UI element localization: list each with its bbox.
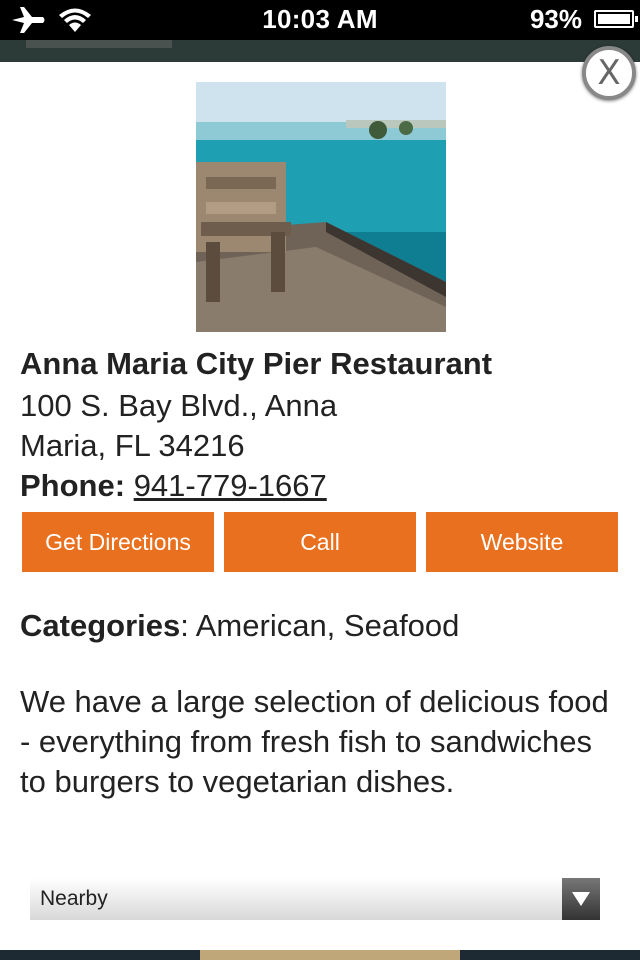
close-button[interactable]: X bbox=[582, 46, 636, 100]
categories-label: Categories bbox=[20, 608, 181, 643]
restaurant-name: Anna Maria City Pier Restaurant bbox=[20, 346, 493, 381]
address-line-1: 100 S. Bay Blvd., Anna bbox=[20, 388, 338, 423]
categories-row: Categories: American, Seafood bbox=[20, 608, 459, 644]
categories-value: : American, Seafood bbox=[180, 608, 460, 643]
background-banner bbox=[200, 950, 460, 960]
background-tab bbox=[26, 40, 172, 48]
listing-modal: Anna Maria City Pier Restaurant 100 S. B… bbox=[0, 62, 640, 950]
get-directions-button[interactable]: Get Directions bbox=[22, 512, 214, 572]
dropdown-arrow-icon[interactable] bbox=[562, 878, 600, 920]
restaurant-address: 100 S. Bay Blvd., Anna Maria, FL 34216 bbox=[20, 386, 400, 466]
nearby-dropdown[interactable]: Nearby bbox=[30, 878, 600, 920]
battery-icon bbox=[594, 10, 638, 28]
phone-label: Phone: bbox=[20, 468, 126, 503]
restaurant-description: We have a large selection of delicious f… bbox=[20, 684, 609, 799]
status-bar: 10:03 AM 93% bbox=[0, 0, 640, 40]
battery-percentage: 93% bbox=[529, 4, 582, 34]
background-page-strip bbox=[0, 40, 640, 62]
address-line-2: Maria, FL 34216 bbox=[20, 428, 245, 463]
restaurant-photo bbox=[196, 82, 446, 332]
background-page-bottom bbox=[0, 950, 640, 960]
phone-row: Phone: 941-779-1667 bbox=[20, 466, 327, 506]
website-button[interactable]: Website bbox=[426, 512, 618, 572]
close-icon: X bbox=[597, 53, 621, 93]
phone-link[interactable]: 941-779-1667 bbox=[134, 468, 327, 503]
nearby-selected-value: Nearby bbox=[40, 887, 108, 910]
call-button[interactable]: Call bbox=[224, 512, 416, 572]
